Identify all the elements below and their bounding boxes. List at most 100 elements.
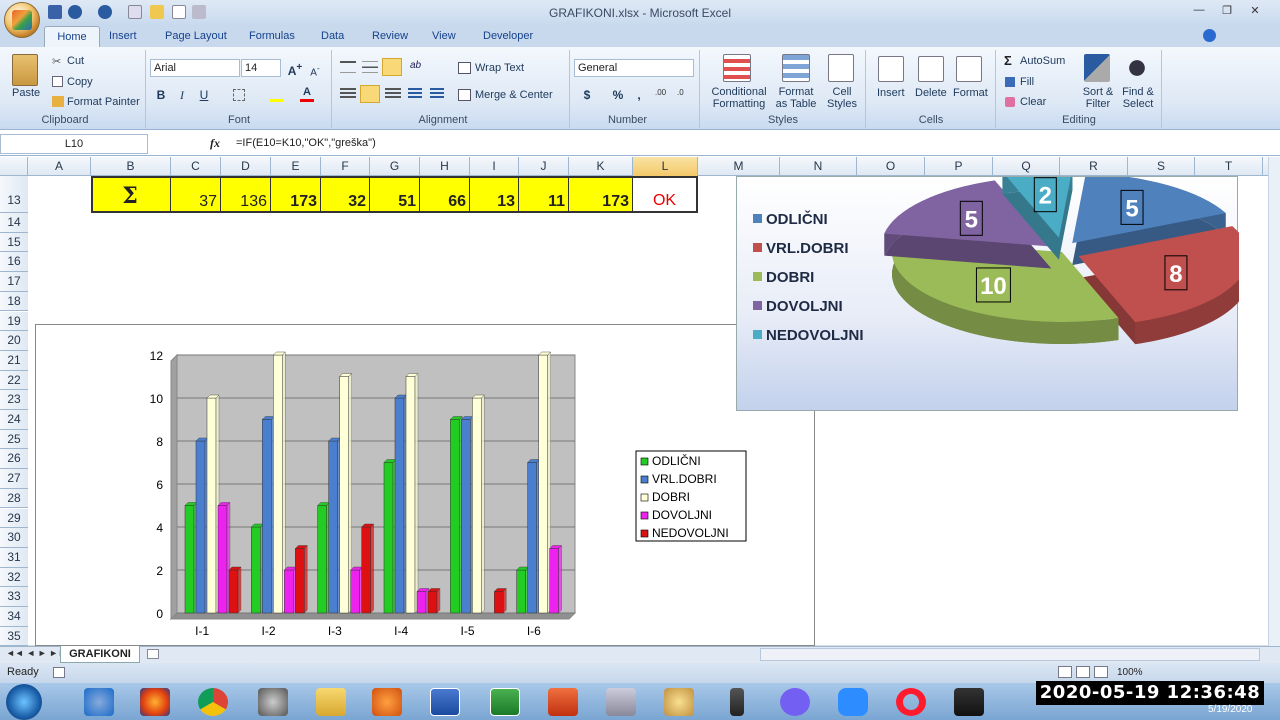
row-header-24[interactable]: 24 (0, 410, 28, 430)
row-header-27[interactable]: 27 (0, 469, 28, 489)
cell-e13[interactable]: 173 (271, 176, 321, 213)
tab-view[interactable]: View (432, 30, 456, 42)
comma-button[interactable]: , (630, 86, 648, 104)
align-middle-icon[interactable] (362, 61, 378, 73)
paste-button[interactable]: Paste (12, 87, 40, 99)
percent-button[interactable]: % (609, 86, 627, 104)
row-header-35[interactable]: 35 (0, 626, 28, 647)
column-header-l[interactable]: L (633, 157, 698, 176)
row-header-32[interactable]: 32 (0, 567, 28, 588)
column-header-n[interactable]: N (780, 157, 857, 176)
row-header-21[interactable]: 21 (0, 350, 28, 371)
search-tool-icon[interactable] (258, 688, 288, 716)
bold-button[interactable]: B (152, 86, 170, 104)
column-header-r[interactable]: R (1060, 157, 1128, 176)
grow-font-button[interactable]: A+ (286, 59, 304, 78)
decrease-decimal-icon[interactable]: .0 (677, 88, 684, 97)
row-header-19[interactable]: 19 (0, 311, 28, 332)
sheet-nav-first-icon[interactable]: ◄◄ ◄ ► ►► (6, 648, 67, 658)
row-header-16[interactable]: 16 (0, 252, 28, 273)
conditional-formatting-button[interactable]: Conditional Formatting (710, 86, 768, 110)
cell-l13[interactable]: OK (633, 176, 698, 213)
tab-page-layout[interactable]: Page Layout (165, 30, 227, 42)
row-header-34[interactable]: 34 (0, 607, 28, 627)
close-button[interactable]: ✕ (1244, 4, 1266, 20)
currency-button[interactable]: $ (578, 86, 596, 104)
zoom-level[interactable]: 100% (1117, 667, 1143, 678)
excel-icon[interactable] (490, 688, 520, 716)
tab-developer[interactable]: Developer (483, 30, 533, 42)
pie-chart[interactable]: 5 8 10 5 2 ODLIČNI VRL.DOBRI DOBRI DOVOLJNI NEDOV… (736, 176, 1239, 411)
align-top-icon[interactable] (340, 61, 356, 73)
merge-center-button[interactable]: Merge & Center (475, 89, 553, 101)
copy-button[interactable]: Copy (67, 76, 93, 88)
view-normal-icon[interactable] (1058, 666, 1072, 678)
tab-review[interactable]: Review (372, 30, 408, 42)
cell-b13[interactable]: Σ (91, 176, 171, 213)
column-header-k[interactable]: K (569, 157, 633, 176)
decrease-indent-icon[interactable] (408, 88, 422, 100)
start-button-icon[interactable] (6, 684, 42, 720)
row-header-14[interactable]: 14 (0, 213, 28, 233)
macro-record-icon[interactable] (53, 667, 65, 678)
tab-data[interactable]: Data (321, 30, 344, 42)
paste-icon[interactable] (12, 54, 38, 86)
row-header-31[interactable]: 31 (0, 547, 28, 568)
column-header-e[interactable]: E (271, 157, 321, 176)
column-header-j[interactable]: J (519, 157, 569, 176)
cell-d13[interactable]: 136 (221, 176, 271, 213)
column-header-g[interactable]: G (370, 157, 420, 176)
delete-cells-button[interactable]: Delete (915, 87, 947, 99)
cell-h13[interactable]: 66 (420, 176, 470, 213)
tab-insert[interactable]: Insert (109, 30, 137, 42)
row-header-15[interactable]: 15 (0, 232, 28, 253)
underline-button[interactable]: U (195, 86, 213, 104)
increase-decimal-icon[interactable]: .00 (655, 88, 666, 97)
column-header-f[interactable]: F (321, 157, 370, 176)
row-header-22[interactable]: 22 (0, 370, 28, 391)
horizontal-scrollbar[interactable] (760, 648, 1260, 661)
row-header-26[interactable]: 26 (0, 449, 28, 470)
italic-button[interactable]: I (173, 86, 191, 104)
opera-icon[interactable] (896, 688, 926, 716)
explorer-folder-icon[interactable] (316, 688, 346, 716)
column-header-m[interactable]: M (698, 157, 780, 176)
row-header-13[interactable]: 13 (0, 176, 28, 213)
cut-button[interactable]: Cut (67, 55, 84, 67)
cell-k13[interactable]: 173 (569, 176, 633, 213)
insert-cells-button[interactable]: Insert (877, 87, 905, 99)
clear-button[interactable]: Clear (1020, 96, 1046, 108)
column-header-b[interactable]: B (91, 157, 171, 176)
format-cells-button[interactable]: Format (953, 87, 988, 99)
align-center-icon[interactable] (360, 85, 380, 103)
fill-button[interactable]: Fill (1020, 76, 1034, 88)
microphone-icon[interactable] (730, 688, 744, 716)
align-bottom-icon[interactable] (382, 58, 402, 76)
align-right-icon[interactable] (385, 88, 401, 100)
column-header-c[interactable]: C (171, 157, 221, 176)
tab-formulas[interactable]: Formulas (249, 30, 295, 42)
font-size-combo[interactable]: 14 (241, 59, 281, 77)
calculator-icon[interactable] (606, 688, 636, 716)
cell-i13[interactable]: 13 (470, 176, 519, 213)
viber-icon[interactable] (780, 688, 810, 716)
vertical-scrollbar[interactable] (1268, 157, 1280, 647)
fill-color-icon[interactable] (269, 88, 283, 102)
paint-icon[interactable] (664, 688, 694, 716)
media-player-icon[interactable] (372, 688, 402, 716)
chrome-icon[interactable] (198, 688, 228, 716)
video-editor-icon[interactable] (954, 688, 984, 716)
row-header-23[interactable]: 23 (0, 390, 28, 410)
column-header-i[interactable]: I (470, 157, 519, 176)
row-header-18[interactable]: 18 (0, 291, 28, 312)
bar-chart[interactable]: 0 2 4 6 8 10 12 I-1 I-2 I-3 I-4 I-5 I-6 ODLIČNI VRL.DO… (35, 324, 815, 646)
internet-explorer-icon[interactable] (84, 688, 114, 716)
row-header-17[interactable]: 17 (0, 272, 28, 292)
increase-indent-icon[interactable] (430, 88, 444, 100)
fx-button[interactable]: fx (210, 136, 220, 151)
column-header-o[interactable]: O (857, 157, 925, 176)
row-header-30[interactable]: 30 (0, 528, 28, 548)
shrink-font-button[interactable]: A- (306, 59, 324, 78)
powerpoint-icon[interactable] (548, 688, 578, 716)
column-header-q[interactable]: Q (993, 157, 1060, 176)
